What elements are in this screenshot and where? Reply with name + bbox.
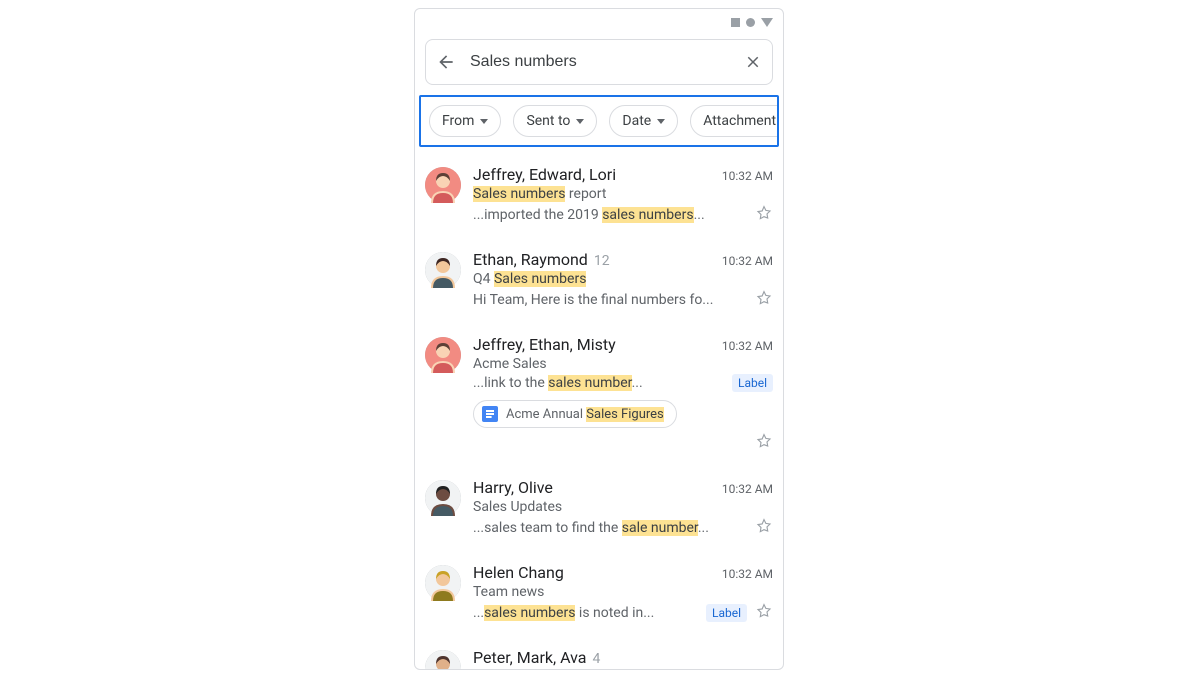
text-span: ...imported the 2019 bbox=[473, 207, 602, 223]
snippet: ...link to the sales number... bbox=[473, 375, 724, 391]
filter-chip-attachment[interactable]: Attachment bbox=[690, 105, 779, 137]
senders: Harry, Olive bbox=[473, 478, 553, 497]
results-list: Jeffrey, Edward, Lori 10:32 AM Sales numbe… bbox=[415, 155, 783, 670]
highlight-span: Sales numbers bbox=[494, 271, 586, 287]
text-span: Hi Team, Here is the final numbers fo... bbox=[473, 292, 713, 308]
highlight-span: sale number bbox=[622, 520, 698, 536]
result-item[interactable]: Peter, Mark, Ava 4 bbox=[425, 638, 773, 670]
mobile-frame: From Sent to Date Attachment Jeffrey, Edwar… bbox=[414, 8, 784, 670]
timestamp: 10:32 AM bbox=[722, 339, 773, 353]
result-item[interactable]: Helen Chang10:32 AMTeam news...sales num… bbox=[425, 553, 773, 638]
star-icon[interactable] bbox=[755, 289, 773, 311]
chip-label: Sent to bbox=[526, 113, 570, 129]
snippet: ...imported the 2019 sales numbers... bbox=[473, 207, 747, 223]
search-input[interactable] bbox=[468, 52, 732, 72]
snippet: ...sales numbers is noted in... bbox=[473, 605, 698, 621]
result-body: Jeffrey, Edward, Lori 10:32 AM Sales numbe… bbox=[473, 165, 773, 226]
avatar bbox=[425, 337, 461, 373]
star-icon[interactable] bbox=[755, 432, 773, 454]
timestamp: 10:32 AM bbox=[722, 482, 773, 496]
senders: Jeffrey, Ethan, Misty bbox=[473, 335, 616, 354]
avatar bbox=[425, 252, 461, 288]
result-body: Peter, Mark, Ava 4 bbox=[473, 648, 773, 670]
chip-label: From bbox=[442, 113, 474, 129]
timestamp: 10:32 AM bbox=[722, 169, 773, 183]
thread-count: 12 bbox=[594, 253, 610, 269]
avatar bbox=[425, 565, 461, 601]
chip-label: Attachment bbox=[703, 113, 776, 129]
avatar bbox=[425, 480, 461, 516]
text-span: ... bbox=[473, 605, 484, 621]
senders: Ethan, Raymond bbox=[473, 250, 588, 269]
avatar bbox=[425, 167, 461, 203]
timestamp: 10:32 AM bbox=[722, 567, 773, 581]
filter-chip-from[interactable]: From bbox=[429, 105, 501, 137]
result-item[interactable]: Ethan, Raymond 12 10:32 AM Q4 Sales numbers… bbox=[425, 240, 773, 325]
text-span: Sales Updates bbox=[473, 499, 562, 515]
text-span: ... bbox=[694, 207, 705, 223]
senders: Helen Chang bbox=[473, 563, 564, 582]
text-span: Team news bbox=[473, 584, 544, 600]
text-span: Acme Annual bbox=[506, 407, 586, 422]
star-icon[interactable] bbox=[755, 204, 773, 226]
result-item[interactable]: Harry, Olive10:32 AMSales Updates...sale… bbox=[425, 468, 773, 553]
timestamp: 10:32 AM bbox=[722, 254, 773, 268]
clear-search-icon[interactable] bbox=[744, 53, 762, 71]
text-span: report bbox=[565, 186, 606, 202]
result-body: Helen Chang10:32 AMTeam news...sales num… bbox=[473, 563, 773, 624]
result-item[interactable]: Jeffrey, Ethan, Misty 10:32 AM Acme Sales.… bbox=[425, 325, 773, 468]
label-badge[interactable]: Label bbox=[732, 374, 773, 392]
chip-label: Date bbox=[622, 113, 651, 129]
star-icon[interactable] bbox=[755, 517, 773, 539]
filter-chip-row: From Sent to Date Attachment bbox=[419, 95, 779, 147]
chevron-down-icon bbox=[480, 119, 488, 124]
text-span: ... bbox=[698, 520, 709, 536]
status-triangle-icon bbox=[761, 18, 773, 27]
back-arrow-icon[interactable] bbox=[436, 52, 456, 72]
star-icon[interactable] bbox=[755, 602, 773, 624]
highlight-span: Sales Figures bbox=[586, 407, 663, 422]
text-span: Acme Sales bbox=[473, 356, 547, 372]
highlight-span: Sales numbers bbox=[473, 186, 565, 202]
snippet: ...sales team to find the sale number... bbox=[473, 520, 747, 536]
senders: Jeffrey, Edward, Lori bbox=[473, 165, 616, 184]
subject: Q4 Sales numbers bbox=[473, 271, 773, 287]
text-span: ... bbox=[632, 375, 643, 391]
text-span: ...link to the bbox=[473, 375, 548, 391]
senders: Peter, Mark, Ava bbox=[473, 648, 586, 667]
text-span: is noted in... bbox=[575, 605, 654, 621]
text-span: ...sales team to find the bbox=[473, 520, 622, 536]
attachment-chip[interactable]: Acme Annual Sales Figures bbox=[473, 400, 677, 428]
snippet: Hi Team, Here is the final numbers fo... bbox=[473, 292, 747, 308]
status-square-icon bbox=[731, 18, 740, 27]
status-bar bbox=[415, 9, 783, 33]
filter-chip-date[interactable]: Date bbox=[609, 105, 678, 137]
result-item[interactable]: Jeffrey, Edward, Lori 10:32 AM Sales numbe… bbox=[425, 155, 773, 240]
subject: Sales numbers report bbox=[473, 186, 773, 202]
chevron-down-icon bbox=[657, 119, 665, 124]
chevron-down-icon bbox=[576, 119, 584, 124]
filter-chip-sent-to[interactable]: Sent to bbox=[513, 105, 597, 137]
thread-count: 4 bbox=[592, 651, 600, 667]
docs-icon bbox=[482, 406, 498, 422]
attachment-name: Acme Annual Sales Figures bbox=[506, 407, 664, 422]
subject: Sales Updates bbox=[473, 499, 773, 515]
highlight-span: sales numbers bbox=[602, 207, 693, 223]
search-bar bbox=[425, 39, 773, 85]
subject: Acme Sales bbox=[473, 356, 773, 372]
highlight-span: sales numbers bbox=[484, 605, 575, 621]
avatar bbox=[425, 650, 461, 670]
text-span: Q4 bbox=[473, 271, 494, 287]
result-body: Jeffrey, Ethan, Misty 10:32 AM Acme Sales.… bbox=[473, 335, 773, 454]
result-body: Harry, Olive10:32 AMSales Updates...sale… bbox=[473, 478, 773, 539]
label-badge[interactable]: Label bbox=[706, 604, 747, 622]
status-circle-icon bbox=[746, 18, 755, 27]
result-body: Ethan, Raymond 12 10:32 AM Q4 Sales numbers… bbox=[473, 250, 773, 311]
highlight-span: sales number bbox=[548, 375, 631, 391]
subject: Team news bbox=[473, 584, 773, 600]
